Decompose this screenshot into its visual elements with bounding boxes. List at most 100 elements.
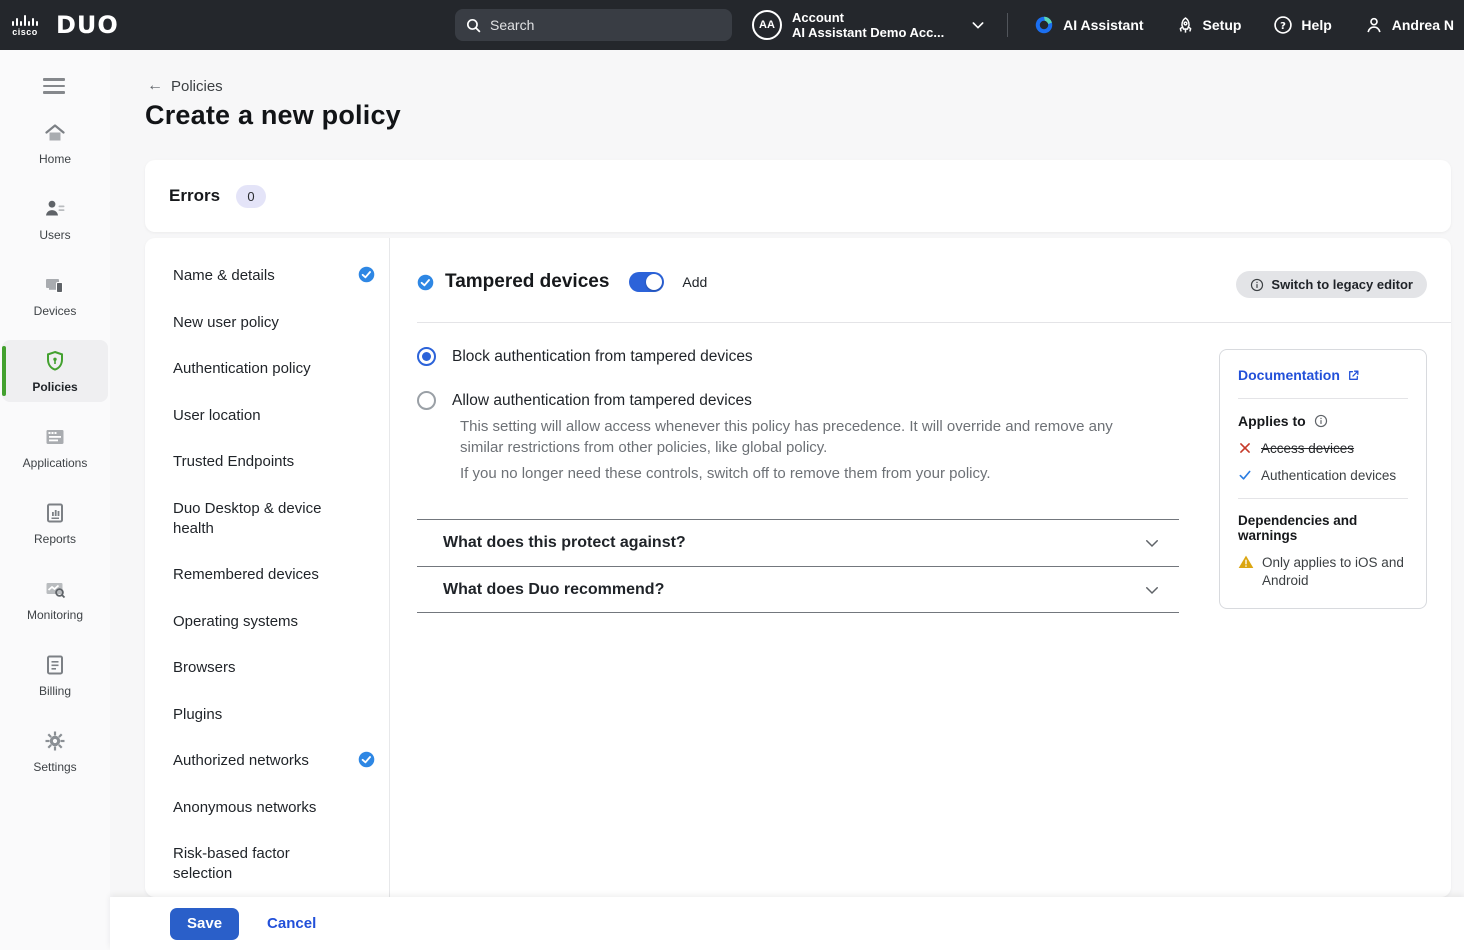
policy-nav-authorized-networks[interactable]: Authorized networks (173, 751, 375, 771)
breadcrumb[interactable]: ← Policies (147, 77, 223, 95)
policy-nav-new-user-policy[interactable]: New user policy (173, 313, 375, 333)
accordion-protect-against[interactable]: What does this protect against? (417, 519, 1179, 566)
hamburger-menu-icon[interactable] (43, 78, 110, 94)
allow-description: This setting will allow access whenever … (460, 416, 1160, 458)
action-footer: Save Cancel (110, 897, 1464, 950)
errors-count-badge: 0 (236, 185, 266, 208)
check-badge-icon (358, 751, 375, 768)
radio-block-authentication[interactable]: Block authentication from tampered devic… (417, 347, 753, 366)
chevron-down-icon (1143, 581, 1161, 599)
dependencies-title: Dependencies and warnings (1238, 513, 1408, 543)
info-icon[interactable] (1314, 414, 1328, 428)
person-icon (1364, 15, 1384, 35)
nav-ai-assistant-label: AI Assistant (1063, 17, 1143, 33)
nav-setup[interactable]: Setup (1176, 16, 1242, 35)
cancel-button[interactable]: Cancel (267, 915, 316, 932)
chevron-down-icon (970, 17, 986, 33)
warning-triangle-icon (1238, 554, 1254, 570)
policy-nav-plugins[interactable]: Plugins (173, 705, 375, 725)
monitoring-icon (43, 577, 67, 601)
switch-to-legacy-editor-button[interactable]: Switch to legacy editor (1236, 271, 1427, 298)
account-name: AI Assistant Demo Acc... (792, 25, 944, 40)
panel-divider (1238, 498, 1408, 499)
add-section-toggle[interactable] (629, 272, 664, 292)
nav-setup-label: Setup (1203, 17, 1242, 33)
users-icon (43, 197, 67, 221)
search-input[interactable] (490, 17, 722, 33)
rocket-icon (1176, 16, 1195, 35)
warning-ios-android: Only applies to iOS and Android (1238, 554, 1408, 590)
duo-admin-app: cisco DUO AA Account AI Assistant Demo A… (0, 0, 1464, 950)
external-link-icon (1347, 369, 1360, 382)
help-icon: ? (1273, 15, 1293, 35)
sidebar-item-devices[interactable]: Devices (2, 264, 108, 326)
account-switcher[interactable]: AA Account AI Assistant Demo Acc... (752, 0, 986, 50)
cisco-logo: cisco (12, 14, 38, 37)
sidebar-label: Settings (33, 760, 76, 774)
policy-nav-remembered-devices[interactable]: Remembered devices (173, 565, 375, 585)
policy-nav-anonymous-networks[interactable]: Anonymous networks (173, 798, 375, 818)
top-navbar: cisco DUO AA Account AI Assistant Demo A… (0, 0, 1464, 50)
duo-logo[interactable]: DUO (56, 11, 119, 39)
info-panel: Documentation Applies to Access devices … (1219, 349, 1427, 609)
policy-nav-authentication-policy[interactable]: Authentication policy (173, 359, 375, 379)
policy-section-nav: Name & details New user policy Authentic… (145, 238, 390, 897)
radio-selected-icon (417, 347, 436, 366)
sidebar-item-applications[interactable]: Applications (2, 416, 108, 478)
policy-nav-name-details[interactable]: Name & details (173, 266, 375, 286)
policy-nav-user-location[interactable]: User location (173, 406, 375, 426)
legacy-button-label: Switch to legacy editor (1271, 277, 1413, 292)
sidebar-item-settings[interactable]: Settings (2, 720, 108, 782)
policy-nav-risk-based-factor[interactable]: Risk-based factor selection (173, 844, 375, 884)
breadcrumb-label: Policies (171, 78, 223, 95)
brand: cisco DUO (0, 11, 119, 39)
navbar-divider (1007, 13, 1008, 37)
nav-help[interactable]: ? Help (1273, 15, 1331, 35)
nav-help-label: Help (1301, 17, 1331, 33)
radio-unselected-icon (417, 391, 436, 410)
search-icon (465, 17, 482, 34)
errors-label: Errors (169, 186, 220, 206)
section-divider (417, 322, 1451, 323)
sidebar-label: Home (39, 152, 71, 166)
applications-icon (43, 425, 67, 449)
sidebar-label: Reports (34, 532, 76, 546)
radio-allow-authentication[interactable]: Allow authentication from tampered devic… (417, 391, 752, 410)
global-search[interactable] (455, 9, 732, 41)
check-badge-icon (417, 274, 434, 291)
sidebar-item-reports[interactable]: Reports (2, 492, 108, 554)
applies-to-title: Applies to (1238, 413, 1408, 429)
sidebar-label: Devices (34, 304, 77, 318)
accordion-duo-recommend[interactable]: What does Duo recommend? (417, 566, 1179, 613)
applies-authentication-devices: Authentication devices (1238, 468, 1408, 483)
cisco-bars-icon (12, 14, 38, 26)
sidebar-item-monitoring[interactable]: Monitoring (2, 568, 108, 630)
policy-nav-trusted-endpoints[interactable]: Trusted Endpoints (173, 452, 375, 472)
sidebar-item-billing[interactable]: Billing (2, 644, 108, 706)
info-accordions: What does this protect against? What doe… (417, 519, 1179, 613)
sidebar-item-policies[interactable]: Policies (2, 340, 108, 402)
page-title: Create a new policy (145, 100, 401, 131)
sidebar-label: Billing (39, 684, 71, 698)
toggle-label: Add (682, 274, 707, 290)
left-sidebar: Home Users Devices Policies Applications… (0, 50, 110, 950)
ai-assistant-icon (1033, 14, 1055, 36)
sidebar-item-users[interactable]: Users (2, 188, 108, 250)
nav-user-menu[interactable]: Andrea N (1364, 15, 1454, 35)
nav-ai-assistant[interactable]: AI Assistant (1033, 14, 1143, 36)
check-icon (1238, 468, 1252, 482)
chevron-down-icon (1143, 534, 1161, 552)
policy-nav-duo-desktop[interactable]: Duo Desktop & device health (173, 499, 375, 539)
back-arrow-icon: ← (147, 77, 163, 95)
allow-note: If you no longer need these controls, sw… (460, 463, 1160, 484)
documentation-link[interactable]: Documentation (1238, 367, 1408, 383)
shield-policies-icon (43, 349, 67, 373)
sidebar-label: Applications (23, 456, 88, 470)
sidebar-label: Users (39, 228, 70, 242)
policy-nav-browsers[interactable]: Browsers (173, 658, 375, 678)
sidebar-item-home[interactable]: Home (2, 112, 108, 174)
errors-card: Errors 0 (145, 160, 1451, 232)
save-button[interactable]: Save (170, 908, 239, 940)
policy-nav-operating-systems[interactable]: Operating systems (173, 612, 375, 632)
sidebar-label: Policies (32, 380, 77, 394)
